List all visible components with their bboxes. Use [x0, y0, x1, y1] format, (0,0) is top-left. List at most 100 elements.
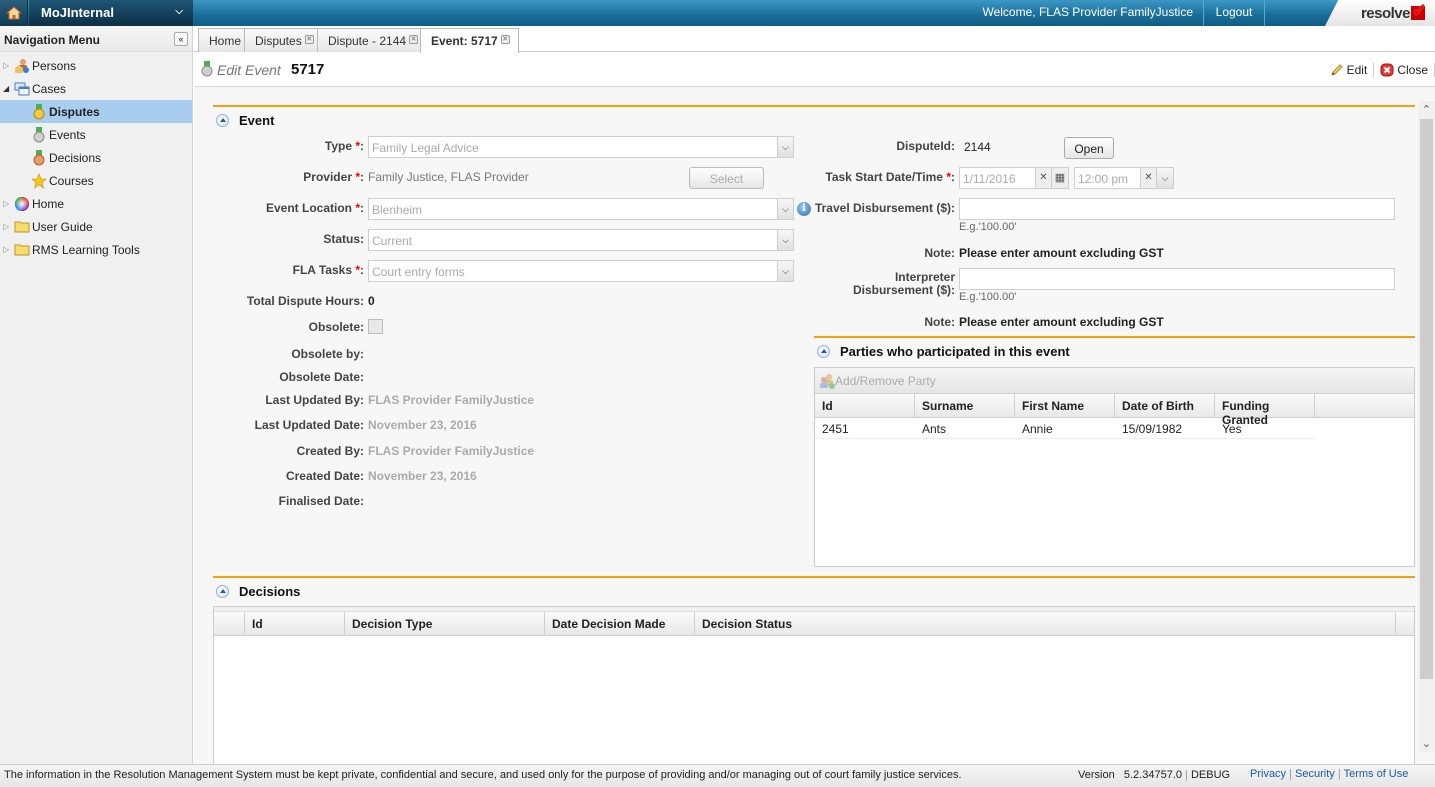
sidebar-item-label: Events [49, 127, 86, 142]
column-header-id[interactable]: Id [245, 612, 345, 635]
table-row[interactable]: 2451 Ants Annie 15/09/1982 Yes [815, 418, 1316, 439]
tab-label: Dispute - 2144 [328, 34, 407, 48]
collapse-section-icon[interactable] [216, 585, 229, 598]
scroll-down-icon[interactable]: ⌄ [1418, 737, 1435, 750]
expand-triangle-icon[interactable]: ▷ [3, 199, 13, 208]
chevron-down-icon[interactable]: ⌵ [1156, 168, 1173, 188]
task-start-date-value: 1/11/2016 [963, 172, 1016, 186]
obsolete-label: Obsolete: [308, 320, 364, 334]
vertical-scrollbar[interactable]: ⌃ ⌄ [1418, 101, 1435, 752]
sidebar-item-disputes[interactable]: Disputes [0, 100, 192, 123]
sidebar-item-home[interactable]: ▷ Home [0, 192, 192, 215]
column-header-decision-status[interactable]: Decision Status [695, 612, 1396, 635]
close-tab-icon[interactable]: ✕ [500, 35, 510, 44]
chevron-down-icon[interactable]: ⌵ [777, 137, 793, 157]
home-button[interactable] [0, 0, 28, 26]
task-start-time-value: 12:00 pm [1078, 172, 1129, 186]
status-select[interactable]: Current ⌵ [368, 229, 794, 251]
chevron-down-icon[interactable]: ⌵ [777, 261, 793, 281]
tab-home[interactable]: Home [198, 28, 251, 52]
travel-note-label: Note: [924, 246, 955, 260]
sidebar-item-label: Persons [32, 58, 77, 73]
add-remove-party-button[interactable]: Add/Remove Party [819, 373, 936, 389]
open-dispute-button[interactable]: Open [1064, 137, 1114, 159]
collapse-section-icon[interactable] [817, 345, 830, 358]
event-section-header[interactable]: Event [216, 113, 274, 128]
column-header-surname[interactable]: Surname [915, 394, 1015, 417]
chevron-down-icon[interactable]: ⌵ [777, 230, 793, 250]
security-link[interactable]: Security [1295, 768, 1335, 780]
parties-section-header[interactable]: Parties who participated in this event [817, 344, 1070, 359]
app-selector[interactable]: MoJInternal ⌵ [29, 0, 193, 26]
obsolete-date-label: Obsolete Date: [279, 370, 364, 384]
task-start-date-input[interactable]: 1/11/2016 ✕ ▦ [959, 167, 1069, 189]
calendar-icon[interactable]: ▦ [1051, 168, 1068, 188]
expand-triangle-icon[interactable]: ▷ [3, 61, 13, 70]
column-header-funding-granted[interactable]: Funding Granted [1215, 394, 1315, 427]
page-header: Edit Event 5717 Edit Close [194, 53, 1435, 87]
event-location-label: Event Location *: [265, 201, 364, 215]
expand-triangle-icon[interactable]: ▷ [3, 222, 13, 231]
task-start-label: Task Start Date/Time *: [825, 170, 955, 184]
collapse-section-icon[interactable] [216, 114, 229, 127]
column-header-select [214, 612, 245, 635]
clear-icon[interactable]: ✕ [1140, 168, 1156, 188]
clear-icon[interactable]: ✕ [1035, 168, 1051, 188]
persons-icon [13, 58, 31, 74]
folder-icon [13, 242, 31, 258]
chevron-down-icon[interactable]: ⌵ [777, 199, 793, 219]
column-header-date-of-birth[interactable]: Date of Birth [1115, 394, 1215, 417]
event-location-select[interactable]: Blenheim ⌵ [368, 198, 794, 220]
sidebar-item-decisions[interactable]: Decisions [0, 146, 192, 169]
section-divider [213, 105, 1415, 107]
gold-medal-icon [30, 103, 48, 120]
tab-dispute-2144[interactable]: Dispute - 2144 ✕ [317, 28, 428, 52]
party-id-link[interactable]: 2451 [815, 418, 915, 438]
scroll-up-icon[interactable]: ⌃ [1418, 103, 1435, 116]
version-label: Version [1078, 769, 1115, 781]
decisions-section-header[interactable]: Decisions [216, 584, 300, 599]
close-button[interactable]: Close [1374, 63, 1435, 77]
privacy-link[interactable]: Privacy [1250, 768, 1286, 780]
total-dispute-hours-label: Total Dispute Hours: [246, 294, 364, 308]
scrollbar-thumb[interactable] [1420, 119, 1433, 679]
sidebar-item-rms-learning-tools[interactable]: ▷ RMS Learning Tools [0, 238, 192, 261]
version-number: 5.2.34757.0 [1123, 769, 1182, 781]
fla-tasks-select[interactable]: Court entry forms ⌵ [368, 260, 794, 282]
interpreter-disbursement-input[interactable] [959, 268, 1395, 290]
edit-label: Edit [1346, 63, 1368, 77]
collapse-triangle-icon[interactable]: ◢ [3, 84, 13, 93]
sidebar-item-user-guide[interactable]: ▷ User Guide [0, 215, 192, 238]
terms-of-use-link[interactable]: Terms of Use [1344, 768, 1409, 780]
add-remove-party-label: Add/Remove Party [835, 373, 936, 388]
type-select[interactable]: Family Legal Advice ⌵ [368, 136, 794, 158]
interpreter-note-label: Note: [924, 315, 955, 329]
column-header-decision-type[interactable]: Decision Type [345, 612, 545, 635]
tab-label: Home [209, 34, 242, 48]
total-dispute-hours-value: 0 [368, 294, 375, 308]
column-header-first-name[interactable]: First Name [1015, 394, 1115, 417]
fla-tasks-label: FLA Tasks *: [292, 263, 364, 277]
travel-disbursement-input[interactable] [959, 198, 1395, 220]
sidebar-item-events[interactable]: Events [0, 123, 192, 146]
select-provider-button[interactable]: Select [689, 167, 764, 189]
sidebar-item-courses[interactable]: Courses [0, 169, 192, 192]
column-header-date-decision-made[interactable]: Date Decision Made [545, 612, 695, 635]
collapse-sidebar-button[interactable]: « [174, 32, 188, 46]
created-by-value: FLAS Provider FamilyJustice [368, 444, 535, 458]
status-value: Current [372, 234, 413, 248]
obsolete-checkbox[interactable] [368, 319, 383, 334]
tab-event-5717[interactable]: Event: 5717 ✕ [420, 28, 519, 53]
task-start-time-input[interactable]: 12:00 pm ✕ ⌵ [1074, 167, 1174, 189]
expand-triangle-icon[interactable]: ▷ [3, 245, 13, 254]
column-header-id[interactable]: Id [815, 394, 915, 417]
sidebar-item-cases[interactable]: ◢ Cases [0, 77, 192, 100]
tab-disputes[interactable]: Disputes ✕ [244, 28, 323, 52]
edit-button[interactable]: Edit [1324, 63, 1375, 77]
sidebar-item-label: Cases [32, 81, 67, 96]
close-tab-icon[interactable]: ✕ [304, 35, 314, 44]
last-updated-date-label: Last Updated Date: [254, 418, 364, 432]
logout-link[interactable]: Logout [1203, 0, 1265, 26]
sidebar-item-persons[interactable]: ▷ Persons [0, 54, 192, 77]
close-tab-icon[interactable]: ✕ [409, 35, 419, 44]
